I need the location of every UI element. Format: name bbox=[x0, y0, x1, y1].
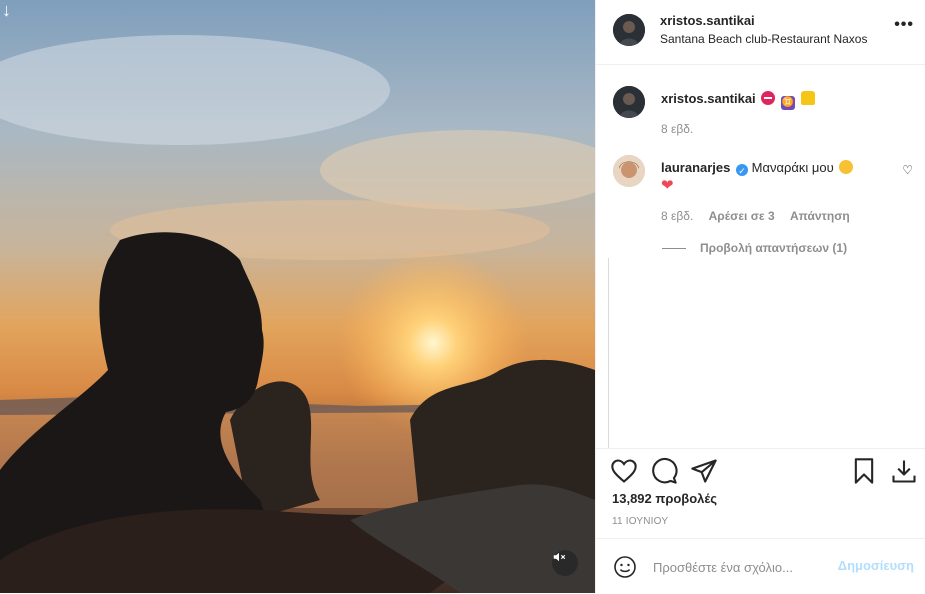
comment-likes[interactable]: Αρέσει σε 3 bbox=[709, 209, 775, 223]
no-entry-icon bbox=[761, 91, 776, 105]
post-header: xristos.santikai Santana Beach club-Rest… bbox=[596, 0, 925, 65]
avatar[interactable] bbox=[613, 86, 645, 118]
comment-bubble-icon[interactable] bbox=[650, 457, 678, 485]
mute-button[interactable] bbox=[552, 550, 578, 576]
reply-button[interactable]: Απάντηση bbox=[790, 209, 850, 223]
download-arrow-icon[interactable]: ↓ bbox=[2, 0, 11, 21]
caption-time[interactable]: 8 εβδ. bbox=[661, 122, 693, 136]
caption-comment: xristos.santikai ♊ 8 εβδ. bbox=[613, 86, 913, 136]
star-struck-emoji-icon bbox=[839, 160, 854, 174]
avatar[interactable] bbox=[613, 155, 645, 187]
verified-badge-icon: ✓ bbox=[736, 164, 748, 176]
replies-divider bbox=[662, 248, 686, 250]
comment-text: Μαναράκι μου bbox=[751, 160, 834, 175]
header-location[interactable]: Santana Beach club-Restaurant Naxos bbox=[660, 32, 867, 46]
post-side-panel: xristos.santikai Santana Beach club-Rest… bbox=[595, 0, 925, 593]
comment-meta: 8 εβδ. Αρέσει σε 3 Απάντηση bbox=[661, 209, 862, 223]
avatar[interactable] bbox=[613, 14, 645, 46]
user-comment: lauranarjes ✓ Μαναράκι μου ❤ ♡ 8 εβδ. Αρ… bbox=[613, 155, 913, 235]
actions-bar: 13,892 προβολές 11 ΙΟΥΝΙΟΥ bbox=[596, 448, 925, 539]
comment-input[interactable] bbox=[651, 553, 835, 581]
like-comment-heart-icon[interactable]: ♡ bbox=[902, 163, 913, 177]
share-send-icon[interactable] bbox=[690, 457, 718, 485]
header-username[interactable]: xristos.santikai bbox=[660, 13, 755, 28]
gemini-icon: ♊ bbox=[780, 96, 795, 110]
scrollbar-track bbox=[608, 258, 609, 448]
view-count[interactable]: 13,892 προβολές bbox=[612, 491, 717, 506]
emoji-smiley-icon[interactable] bbox=[613, 555, 637, 579]
red-heart-emoji-icon: ❤ bbox=[661, 177, 674, 194]
download-icon[interactable] bbox=[890, 457, 918, 485]
sunset-scene bbox=[0, 35, 595, 593]
lock-icon bbox=[800, 91, 815, 105]
post-video[interactable]: ↓ bbox=[0, 0, 595, 593]
add-comment-bar: Δημοσίευση bbox=[596, 538, 925, 594]
more-options-button[interactable]: ••• bbox=[894, 16, 914, 34]
save-bookmark-icon[interactable] bbox=[850, 457, 878, 485]
view-replies[interactable]: Προβολή απαντήσεων (1) bbox=[662, 241, 847, 255]
comment-time[interactable]: 8 εβδ. bbox=[661, 209, 693, 223]
view-replies-label[interactable]: Προβολή απαντήσεων (1) bbox=[700, 241, 847, 255]
post-date[interactable]: 11 ΙΟΥΝΙΟΥ bbox=[612, 516, 668, 527]
caption-meta: 8 εβδ. bbox=[661, 122, 705, 136]
post-button[interactable]: Δημοσίευση bbox=[838, 558, 914, 573]
caption-username[interactable]: xristos.santikai bbox=[661, 91, 756, 106]
muted-speaker-icon bbox=[553, 552, 566, 562]
like-heart-icon[interactable] bbox=[610, 457, 638, 485]
comment-username[interactable]: lauranarjes bbox=[661, 160, 730, 175]
